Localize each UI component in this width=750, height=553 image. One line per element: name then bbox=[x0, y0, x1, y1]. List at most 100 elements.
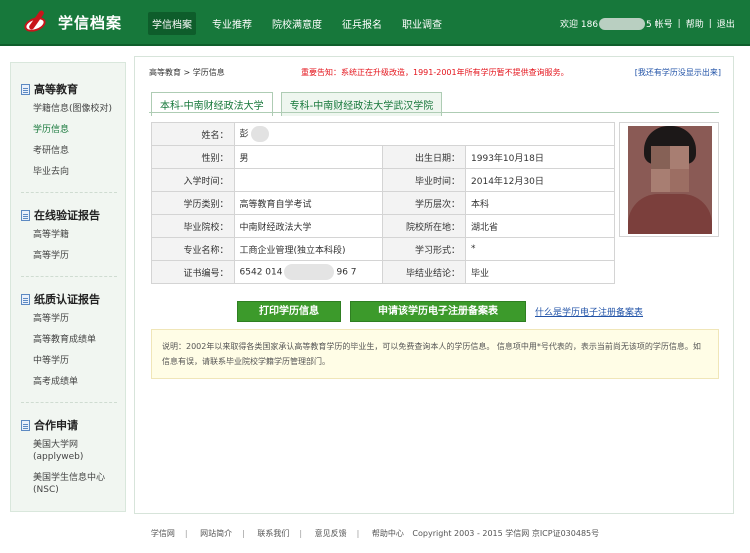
sidebar-item-paper-transcript[interactable]: 高等教育成绩单 bbox=[21, 334, 125, 346]
footer-link-feedback[interactable]: 意见反馈 bbox=[315, 529, 347, 538]
footer-link-about[interactable]: 网站简介 bbox=[200, 529, 232, 538]
sidebar-item-applyweb[interactable]: 美国大学网 (applyweb) bbox=[21, 439, 125, 463]
site-logo[interactable]: 学信档案 bbox=[22, 9, 122, 35]
logout-link[interactable]: 退出 bbox=[717, 17, 735, 30]
logo-icon bbox=[22, 9, 52, 35]
footer-link-help[interactable]: 帮助中心 bbox=[372, 529, 404, 538]
name-value-cell: 彭 bbox=[233, 122, 616, 146]
sidebar: 高等教育 学籍信息(图像校对) 学历信息 考研信息 毕业去向 在线验证报告 高等… bbox=[10, 62, 126, 512]
sidebar-item-degree-info[interactable]: 学历信息 bbox=[21, 124, 125, 136]
tab-divider bbox=[149, 112, 719, 113]
sidebar-heading-label: 合作申请 bbox=[34, 419, 78, 432]
level-value: 本科 bbox=[465, 191, 615, 215]
cert-label: 证书编号： bbox=[151, 260, 235, 284]
user-links: 欢迎 186 5 帐号 | 帮助 | 退出 bbox=[560, 17, 735, 30]
sidebar-item-enrollment-info[interactable]: 学籍信息(图像校对) bbox=[21, 103, 125, 115]
footer: 学信网 | 网站简介 | 联系我们 | 意见反馈 | 帮助中心 Copyright 20… bbox=[150, 529, 600, 538]
apply-registration-button[interactable]: 申请该学历电子注册备案表 bbox=[350, 301, 526, 322]
upgrade-notice: 重要告知：系统正在升级改造，1991-2001年所有学历暂不提供查询服务。 bbox=[301, 68, 569, 77]
main-panel: 高等教育 > 学历信息 重要告知：系统正在升级改造，1991-2001年所有学历… bbox=[134, 56, 734, 514]
category-value: 高等教育自学考试 bbox=[233, 191, 384, 215]
table-row: 专业名称： 工商企业管理(独立本科段) 学习形式： * bbox=[151, 237, 615, 261]
degree-info-table: 姓名： 彭 性别： 男 出生日期： 1993年10月18日 入学时间： 毕业时间… bbox=[151, 122, 616, 284]
document-icon bbox=[21, 293, 30, 305]
category-label: 学历类别： bbox=[151, 191, 235, 215]
sidebar-item-online-enrollment[interactable]: 高等学籍 bbox=[21, 229, 125, 241]
sidebar-item-nsc[interactable]: 美国学生信息中心 (NSC) bbox=[21, 472, 125, 496]
action-bar: 打印学历信息 申请该学历电子注册备案表 什么是学历电子注册备案表 bbox=[237, 301, 643, 322]
cert-prefix: 6542 014 bbox=[239, 267, 283, 278]
cert-suffix: 96 7 bbox=[336, 267, 357, 278]
major-value: 工商企业管理(独立本科段) bbox=[233, 237, 384, 261]
table-row: 学历类别： 高等教育自学考试 学历层次： 本科 bbox=[151, 191, 615, 215]
school-value: 中南财经政法大学 bbox=[233, 214, 384, 238]
separator: | bbox=[708, 18, 712, 29]
location-value: 湖北省 bbox=[465, 214, 615, 238]
gender-label: 性别： bbox=[151, 145, 235, 169]
document-icon bbox=[21, 209, 30, 221]
table-row: 证书编号： 6542 014 96 7 毕结业结论： 毕业 bbox=[151, 260, 615, 284]
sidebar-section-higher-education: 高等教育 学籍信息(图像校对) 学历信息 考研信息 毕业去向 bbox=[21, 81, 125, 178]
sidebar-section-partner: 合作申请 美国大学网 (applyweb) 美国学生信息中心 (NSC) bbox=[21, 417, 125, 496]
nav-archive[interactable]: 学信档案 bbox=[148, 11, 196, 35]
school-label: 毕业院校： bbox=[151, 214, 235, 238]
form-value: * bbox=[465, 237, 615, 261]
nav-school-satisfaction[interactable]: 院校满意度 bbox=[268, 12, 326, 35]
sidebar-heading-label: 在线验证报告 bbox=[34, 209, 100, 222]
location-label: 院校所在地： bbox=[382, 214, 467, 238]
sidebar-item-postgrad-exam[interactable]: 考研信息 bbox=[21, 145, 125, 157]
separator: | bbox=[677, 18, 681, 29]
sidebar-heading-label: 纸质认证报告 bbox=[34, 293, 100, 306]
photo-frame bbox=[619, 122, 719, 237]
enroll-value bbox=[233, 168, 384, 192]
sidebar-heading-label: 高等教育 bbox=[34, 83, 78, 96]
sidebar-item-secondary-degree[interactable]: 中等学历 bbox=[21, 355, 125, 367]
missing-degree-link[interactable]: [我还有学历没显示出来] bbox=[635, 67, 721, 78]
welcome-text: 欢迎 186 bbox=[560, 20, 599, 30]
footer-copyright: Copyright 2003 - 2015 学信网 京ICP证030485号 bbox=[412, 529, 600, 538]
grad-value: 2014年12月30日 bbox=[465, 168, 615, 192]
nav-major-recommend[interactable]: 专业推荐 bbox=[208, 12, 256, 35]
sidebar-item-online-degree[interactable]: 高等学历 bbox=[21, 250, 125, 262]
registration-help-link[interactable]: 什么是学历电子注册备案表 bbox=[535, 305, 643, 318]
document-icon bbox=[21, 419, 30, 431]
gender-value: 男 bbox=[233, 145, 384, 169]
logo-text: 学信档案 bbox=[58, 13, 123, 32]
result-value: 毕业 bbox=[465, 260, 615, 284]
sidebar-heading: 纸质认证报告 bbox=[21, 291, 125, 307]
sidebar-item-graduate-destination[interactable]: 毕业去向 bbox=[21, 166, 125, 178]
cert-value-cell: 6542 014 96 7 bbox=[233, 260, 384, 284]
breadcrumb: 高等教育 > 学历信息 bbox=[149, 68, 225, 77]
nav-conscription[interactable]: 征兵报名 bbox=[338, 12, 386, 35]
sidebar-heading: 高等教育 bbox=[21, 81, 125, 97]
level-label: 学历层次： bbox=[382, 191, 467, 215]
form-label: 学习形式： bbox=[382, 237, 467, 261]
student-photo bbox=[628, 126, 712, 234]
sidebar-divider bbox=[21, 402, 117, 403]
table-row: 入学时间： 毕业时间： 2014年12月30日 bbox=[151, 168, 615, 192]
major-label: 专业名称： bbox=[151, 237, 235, 261]
birth-value: 1993年10月18日 bbox=[465, 145, 615, 169]
sidebar-item-gaokao-scores[interactable]: 高考成绩单 bbox=[21, 376, 125, 388]
footer-link-contact[interactable]: 联系我们 bbox=[257, 529, 289, 538]
top-header: 学信档案 学信档案 专业推荐 院校满意度 征兵报名 职业调查 欢迎 186 5 … bbox=[0, 0, 750, 46]
nav-career-survey[interactable]: 职业调查 bbox=[398, 12, 446, 35]
grad-label: 毕业时间： bbox=[382, 168, 467, 192]
redacted-phone bbox=[599, 17, 646, 30]
result-label: 毕结业结论： bbox=[382, 260, 467, 284]
account-link[interactable]: 5 帐号 bbox=[646, 17, 673, 30]
sidebar-divider bbox=[21, 192, 117, 193]
help-link[interactable]: 帮助 bbox=[686, 17, 704, 30]
document-icon bbox=[21, 83, 30, 95]
main-nav: 学信档案 专业推荐 院校满意度 征兵报名 职业调查 bbox=[148, 0, 458, 46]
print-degree-button[interactable]: 打印学历信息 bbox=[237, 301, 341, 322]
sidebar-heading: 在线验证报告 bbox=[21, 207, 125, 223]
table-row: 性别： 男 出生日期： 1993年10月18日 bbox=[151, 145, 615, 169]
sidebar-divider bbox=[21, 276, 117, 277]
sidebar-item-paper-degree[interactable]: 高等学历 bbox=[21, 313, 125, 325]
redacted-name bbox=[250, 126, 269, 142]
name-label: 姓名： bbox=[151, 122, 235, 146]
enroll-label: 入学时间： bbox=[151, 168, 235, 192]
footer-link-chsi[interactable]: 学信网 bbox=[151, 529, 175, 538]
name-value: 彭 bbox=[239, 129, 249, 140]
